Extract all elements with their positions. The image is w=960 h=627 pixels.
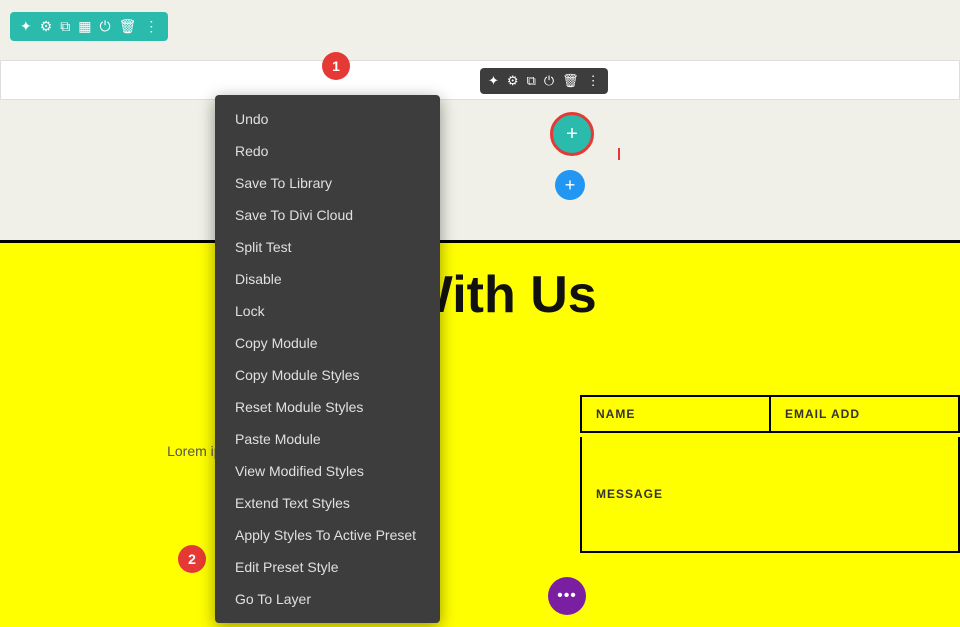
message-field[interactable]: MESSAGE	[580, 437, 960, 553]
beige-area	[0, 100, 960, 240]
purple-options-button[interactable]: •••	[548, 577, 586, 615]
menu-item-copy-module[interactable]: Copy Module	[215, 327, 440, 359]
move-icon[interactable]: ✦	[20, 18, 32, 35]
menu-item-apply-styles[interactable]: Apply Styles To Active Preset	[215, 519, 440, 551]
float-move-icon[interactable]: ✦	[488, 73, 499, 89]
name-field[interactable]: NAME	[580, 395, 771, 433]
menu-item-split-test[interactable]: Split Test	[215, 231, 440, 263]
more-icon[interactable]: ⋮	[144, 18, 158, 35]
menu-item-view-modified-styles[interactable]: View Modified Styles	[215, 455, 440, 487]
menu-item-go-to-layer[interactable]: Go To Layer	[215, 583, 440, 615]
float-power-icon[interactable]: ⏻	[544, 73, 554, 89]
float-more-icon[interactable]: ⋮	[587, 73, 600, 89]
menu-item-copy-module-styles[interactable]: Copy Module Styles	[215, 359, 440, 391]
menu-item-undo[interactable]: Undo	[215, 103, 440, 135]
menu-item-paste-module[interactable]: Paste Module	[215, 423, 440, 455]
menu-item-extend-text-styles[interactable]: Extend Text Styles	[215, 487, 440, 519]
float-delete-icon[interactable]: 🗑	[562, 73, 579, 89]
badge-1: 1	[322, 52, 350, 80]
red-indicator	[618, 148, 620, 160]
menu-item-disable[interactable]: Disable	[215, 263, 440, 295]
menu-item-redo[interactable]: Redo	[215, 135, 440, 167]
add-module-button[interactable]: +	[550, 112, 594, 156]
settings-icon[interactable]: ⚙	[40, 18, 53, 35]
blue-plus-icon: +	[565, 176, 576, 194]
form-row-1: NAME EMAIL ADD	[580, 395, 960, 433]
delete-icon[interactable]: 🗑	[119, 18, 137, 35]
top-toolbar: ✦ ⚙ ⧉ ▦ ⏻ 🗑 ⋮	[10, 12, 168, 41]
menu-item-edit-preset-style[interactable]: Edit Preset Style	[215, 551, 440, 583]
purple-dots-icon: •••	[557, 587, 577, 605]
menu-item-lock[interactable]: Lock	[215, 295, 440, 327]
plus-icon: +	[566, 124, 578, 144]
email-field[interactable]: EMAIL ADD	[771, 395, 960, 433]
duplicate-icon[interactable]: ⧉	[60, 18, 70, 35]
power-icon[interactable]: ⏻	[100, 18, 111, 35]
menu-item-reset-module-styles[interactable]: Reset Module Styles	[215, 391, 440, 423]
menu-item-save-to-library[interactable]: Save To Library	[215, 167, 440, 199]
contact-form: NAME EMAIL ADD MESSAGE	[580, 395, 960, 553]
context-menu: Undo Redo Save To Library Save To Divi C…	[215, 95, 440, 623]
float-duplicate-icon[interactable]: ⧉	[527, 73, 536, 89]
menu-item-save-to-divi-cloud[interactable]: Save To Divi Cloud	[215, 199, 440, 231]
grid-icon[interactable]: ▦	[78, 18, 91, 35]
floating-toolbar: ✦ ⚙ ⧉ ⏻ 🗑 ⋮	[480, 68, 608, 94]
float-settings-icon[interactable]: ⚙	[507, 73, 519, 89]
badge-2: 2	[178, 545, 206, 573]
add-section-button[interactable]: +	[555, 170, 585, 200]
